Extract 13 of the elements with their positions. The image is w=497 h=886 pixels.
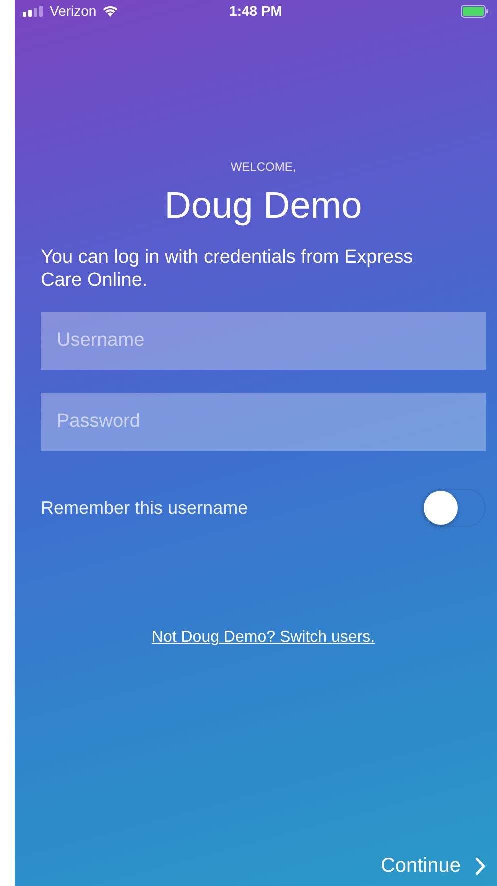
welcome-label: WELCOME,: [230, 160, 296, 174]
clock-time: 1:48 PM: [230, 3, 282, 19]
chevron-right-icon: [475, 856, 486, 876]
signal-icon: [23, 6, 45, 16]
user-name: Doug Demo: [164, 184, 362, 228]
remember-label: Remember this username: [41, 498, 248, 518]
description-text: You can log in with credentials from Express Care Online.: [41, 246, 414, 292]
continue-button[interactable]: Continue: [380, 850, 486, 882]
wifi-icon: [102, 5, 119, 17]
battery-icon: [461, 4, 489, 18]
switch-users-link[interactable]: Not Doug Demo? Switch users.: [152, 629, 376, 647]
carrier-name: Verizon: [50, 3, 97, 19]
toggle-switch[interactable]: [422, 489, 486, 527]
